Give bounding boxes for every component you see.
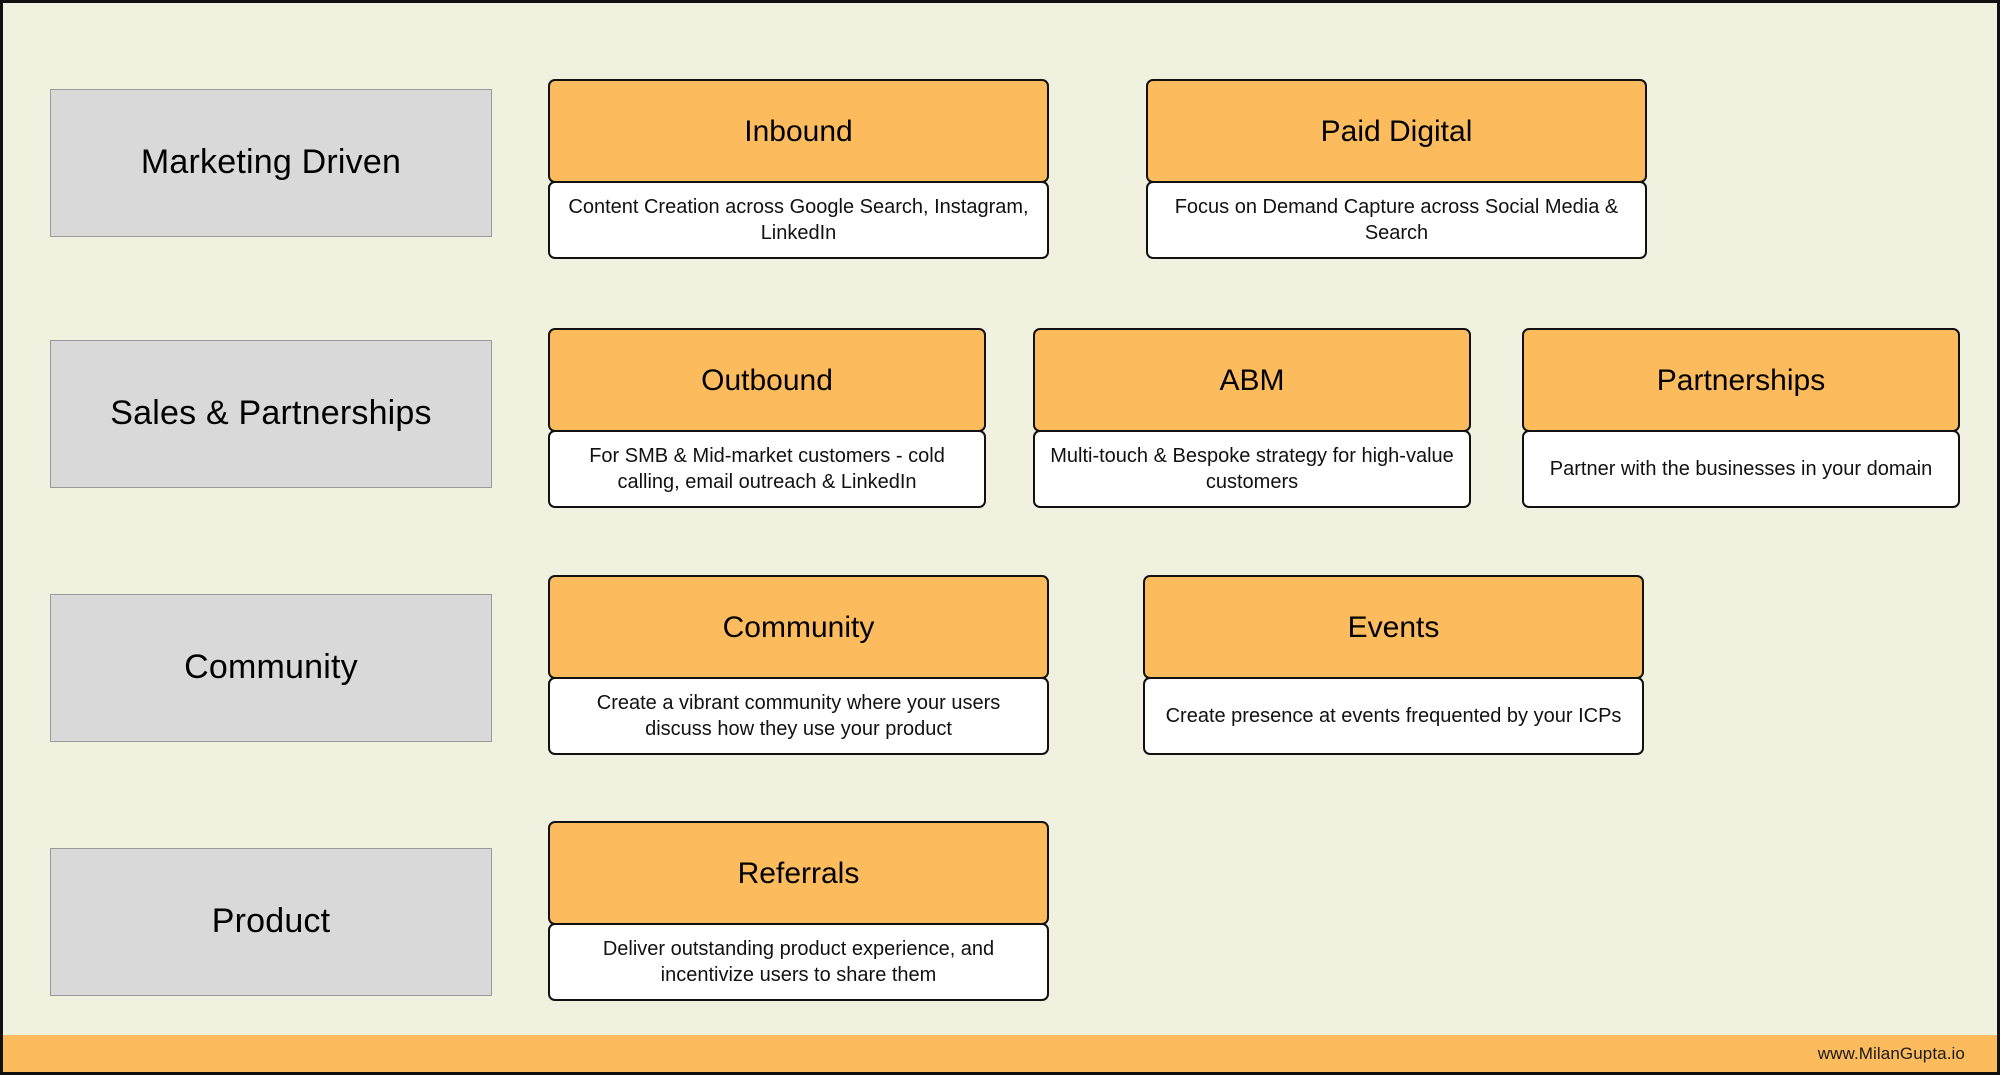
stream-card-description-box: Multi-touch & Bespoke strategy for high-… xyxy=(1033,430,1471,508)
category-label: Sales & Partnerships xyxy=(110,394,432,433)
stream-card-abm[interactable]: ABM Multi-touch & Bespoke strategy for h… xyxy=(1033,328,1471,508)
category-label: Community xyxy=(184,648,358,687)
stream-card-description: Multi-touch & Bespoke strategy for high-… xyxy=(1050,444,1454,493)
stream-card-description-box: Deliver outstanding product experience, … xyxy=(548,923,1049,1001)
stream-card-title: Community xyxy=(722,610,875,644)
stream-card-community[interactable]: Community Create a vibrant community whe… xyxy=(548,575,1049,755)
category-box-marketing-driven: Marketing Driven xyxy=(50,89,492,237)
category-box-community: Community xyxy=(50,594,492,742)
category-label: Marketing Driven xyxy=(140,143,402,182)
stream-card-description-box: Partner with the businesses in your doma… xyxy=(1522,430,1960,508)
stream-card-title: Outbound xyxy=(701,363,833,397)
diagram-canvas: Marketing Driven Inbound Content Creatio… xyxy=(0,0,2000,1075)
stream-card-header[interactable]: Paid Digital xyxy=(1146,79,1647,183)
stream-card-header[interactable]: Inbound xyxy=(548,79,1049,183)
stream-card-description-box: Create presence at events frequented by … xyxy=(1143,677,1644,755)
stream-card-description: For SMB & Mid-market customers - cold ca… xyxy=(589,444,945,493)
stream-card-title: Paid Digital xyxy=(1320,114,1473,148)
stream-card-description: Focus on Demand Capture across Social Me… xyxy=(1174,195,1619,244)
category-box-product: Product xyxy=(50,848,492,996)
footer-bar: www.MilanGupta.io xyxy=(3,1035,1997,1072)
stream-card-description: Deliver outstanding product experience, … xyxy=(602,937,995,986)
stream-card-referrals[interactable]: Referrals Deliver outstanding product ex… xyxy=(548,821,1049,1001)
stream-card-description-box: Content Creation across Google Search, I… xyxy=(548,181,1049,259)
stream-card-description: Create a vibrant community where your us… xyxy=(596,691,1001,740)
stream-card-outbound[interactable]: Outbound For SMB & Mid-market customers … xyxy=(548,328,986,508)
stream-card-header[interactable]: ABM xyxy=(1033,328,1471,432)
stream-card-header[interactable]: Outbound xyxy=(548,328,986,432)
stream-card-paid-digital[interactable]: Paid Digital Focus on Demand Capture acr… xyxy=(1146,79,1647,259)
stream-card-header[interactable]: Community xyxy=(548,575,1049,679)
category-box-sales-and-partnerships: Sales & Partnerships xyxy=(50,340,492,488)
stream-card-title: ABM xyxy=(1219,363,1285,397)
stream-card-description: Content Creation across Google Search, I… xyxy=(568,195,1029,244)
stream-card-description-box: Create a vibrant community where your us… xyxy=(548,677,1049,755)
stream-card-header[interactable]: Referrals xyxy=(548,821,1049,925)
stream-card-title: Events xyxy=(1347,610,1440,644)
stream-card-inbound[interactable]: Inbound Content Creation across Google S… xyxy=(548,79,1049,259)
stream-card-description: Create presence at events frequented by … xyxy=(1165,704,1622,727)
category-label: Product xyxy=(211,902,331,941)
stream-card-title: Referrals xyxy=(737,856,860,890)
stream-card-partnerships[interactable]: Partnerships Partner with the businesses… xyxy=(1522,328,1960,508)
stream-card-header[interactable]: Partnerships xyxy=(1522,328,1960,432)
stream-card-header[interactable]: Events xyxy=(1143,575,1644,679)
stream-card-description-box: For SMB & Mid-market customers - cold ca… xyxy=(548,430,986,508)
stream-card-title: Partnerships xyxy=(1656,363,1826,397)
stream-card-events[interactable]: Events Create presence at events frequen… xyxy=(1143,575,1644,755)
footer-website-url[interactable]: www.MilanGupta.io xyxy=(1818,1044,1997,1064)
stream-card-description-box: Focus on Demand Capture across Social Me… xyxy=(1146,181,1647,259)
stream-card-title: Inbound xyxy=(744,114,853,148)
stream-card-description: Partner with the businesses in your doma… xyxy=(1549,457,1933,480)
